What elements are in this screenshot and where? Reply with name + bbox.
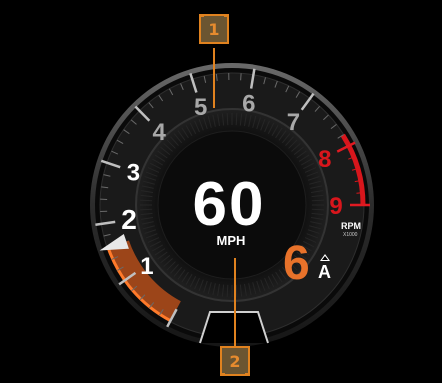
callout-2: 2 — [220, 346, 250, 376]
face-texture-tick — [226, 284, 229, 297]
callout-2-label: 2 — [229, 351, 241, 371]
scale-label-9: 9 — [329, 193, 342, 220]
scale-label-4: 4 — [152, 119, 166, 146]
face-texture-tick — [311, 208, 324, 211]
face-texture-tick — [140, 208, 153, 211]
rpm-label: RPM — [341, 221, 361, 231]
face-texture-tick — [226, 113, 229, 126]
gear-indicator: 6 — [283, 237, 310, 290]
face-texture-tick — [140, 199, 153, 202]
dashboard-stage: 123456789 60 MPH 6 A RPM X1000 1 2 — [0, 0, 442, 383]
callout-1-label: 1 — [208, 19, 220, 39]
face-texture-tick — [311, 199, 324, 202]
scale-label-3: 3 — [127, 160, 140, 187]
scale-label-8: 8 — [318, 146, 331, 173]
gear-up-arrow-icon — [320, 254, 330, 261]
scale-label-7: 7 — [287, 109, 300, 136]
scale-label-1: 1 — [140, 253, 153, 280]
callout-1: 1 — [199, 14, 229, 44]
gear-mode: A — [318, 262, 331, 282]
rpm-multiplier: X1000 — [343, 232, 358, 238]
scale-label-2: 2 — [121, 204, 137, 235]
scale-label-6: 6 — [242, 90, 255, 117]
minor-tick — [356, 192, 364, 194]
face-texture-tick — [235, 113, 238, 126]
speed-readout: 60 — [192, 169, 266, 239]
scale-label-5: 5 — [194, 94, 207, 121]
speed-unit: MPH — [216, 233, 246, 248]
face-texture-tick — [235, 284, 238, 297]
